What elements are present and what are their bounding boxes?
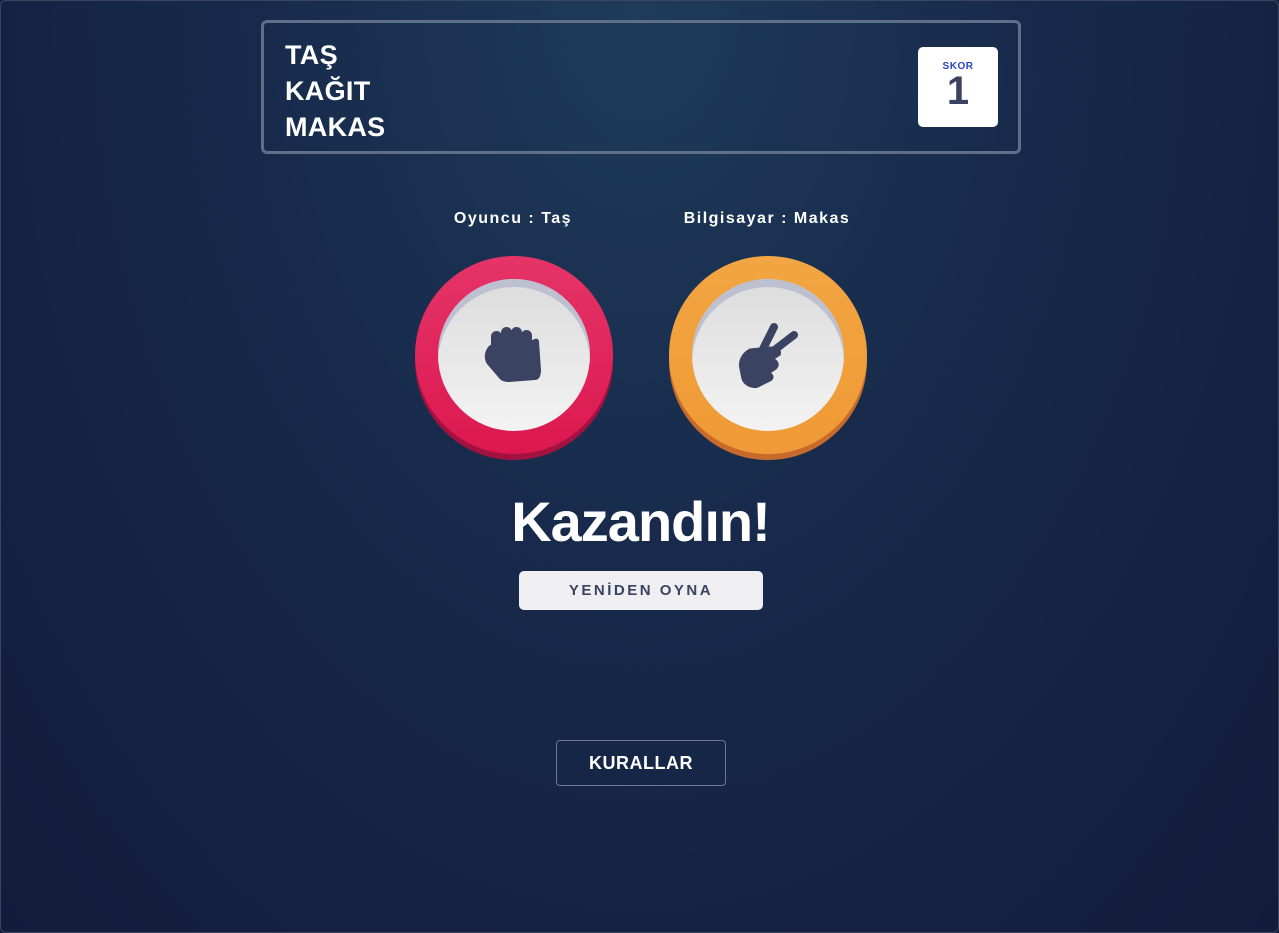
scissors-hand-icon [739, 323, 798, 388]
player-rock-token [415, 256, 613, 460]
token-face [692, 279, 844, 431]
rock-fist-icon [484, 327, 541, 382]
game-header: TAŞ KAĞIT MAKAS SKOR 1 [261, 20, 1021, 154]
result-text: Kazandın! [511, 490, 771, 553]
score-box: SKOR 1 [918, 47, 998, 127]
cpu-scissors-token [669, 256, 867, 460]
title-line-paper: KAĞIT [285, 76, 371, 106]
token-face [438, 279, 590, 431]
player-pick-label: Oyuncu : Taş [453, 210, 573, 227]
score-value: 1 [946, 69, 970, 113]
title-line-rock: TAŞ [285, 40, 338, 70]
rules-button[interactable]: KURALLAR [556, 740, 726, 786]
cpu-pick-label: Bilgisayar : Makas [683, 210, 851, 227]
game-title: TAŞ KAĞIT MAKAS [285, 37, 386, 145]
play-again-button[interactable]: YENİDEN OYNA [519, 571, 763, 610]
title-line-scissors: MAKAS [285, 112, 386, 142]
